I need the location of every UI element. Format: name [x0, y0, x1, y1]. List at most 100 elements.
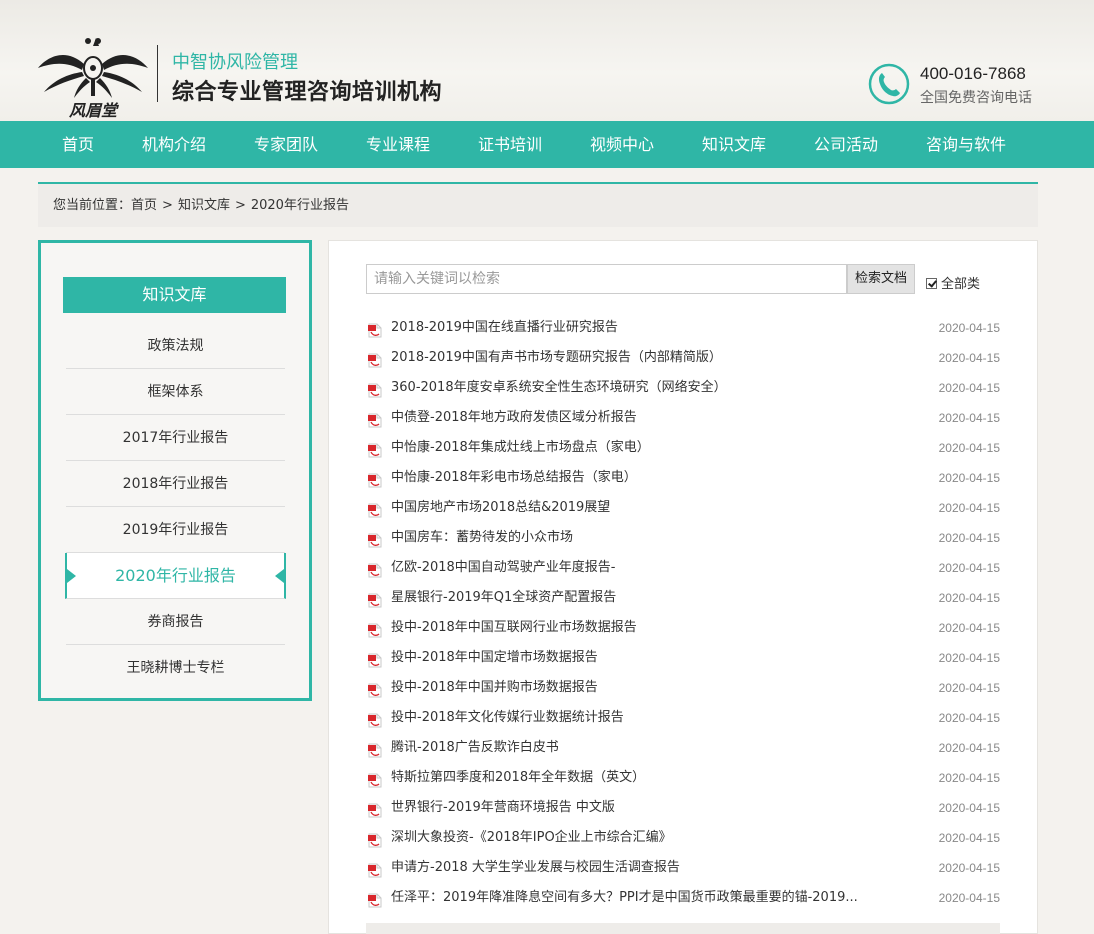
sidebar-item-brokers[interactable]: 券商报告 — [66, 599, 285, 645]
document-date: 2020-04-15 — [938, 741, 1000, 755]
document-row[interactable]: 星展银行-2019年Q1全球资产配置报告 2020-04-15 — [366, 583, 1000, 613]
document-title[interactable]: 中怡康-2018年彩电市场总结报告（家电） — [391, 463, 637, 493]
document-title[interactable]: 投中-2018年中国定增市场数据报告 — [391, 643, 598, 673]
document-title[interactable]: 2018-2019中国有声书市场专题研究报告（内部精简版） — [391, 343, 722, 373]
document-date: 2020-04-15 — [938, 561, 1000, 575]
document-row[interactable]: 2018-2019中国在线直播行业研究报告 2020-04-15 — [366, 313, 1000, 343]
document-date: 2020-04-15 — [938, 651, 1000, 665]
logo-divider — [157, 45, 158, 102]
document-row[interactable]: 中怡康-2018年彩电市场总结报告（家电） 2020-04-15 — [366, 463, 1000, 493]
breadcrumb-separator: > — [162, 198, 173, 213]
nav-item-courses[interactable]: 专业课程 — [366, 121, 430, 168]
document-title[interactable]: 亿欧-2018中国自动驾驶产业年度报告- — [391, 553, 615, 583]
sidebar-item-2020-active[interactable]: 2020年行业报告 — [65, 553, 286, 599]
document-row[interactable]: 中国房地产市场2018总结&2019展望 2020-04-15 — [366, 493, 1000, 523]
breadcrumb: 您当前位置：首页 > 知识文库 >2020年行业报告 — [38, 182, 1038, 227]
document-row[interactable]: 特斯拉第四季度和2018年全年数据（英文） 2020-04-15 — [366, 763, 1000, 793]
document-row[interactable]: 投中-2018年中国互联网行业市场数据报告 2020-04-15 — [366, 613, 1000, 643]
document-title[interactable]: 中国房车：蓄势待发的小众市场 — [391, 523, 573, 553]
nav-item-library[interactable]: 知识文库 — [702, 121, 766, 168]
document-title[interactable]: 投中-2018年文化传媒行业数据统计报告 — [391, 703, 624, 733]
sidebar: 知识文库 政策法规 框架体系 2017年行业报告 2018年行业报告 2019年… — [38, 240, 312, 701]
active-marker-right — [275, 569, 284, 583]
sidebar-item-2017[interactable]: 2017年行业报告 — [66, 415, 285, 461]
document-title[interactable]: 深圳大象投资-《2018年IPO企业上市综合汇编》 — [391, 823, 672, 853]
phone-number: 400-016-7868 — [920, 64, 1026, 83]
document-date: 2020-04-15 — [938, 441, 1000, 455]
document-row[interactable]: 腾讯-2018广告反欺诈白皮书 2020-04-15 — [366, 733, 1000, 763]
document-title[interactable]: 投中-2018年中国并购市场数据报告 — [391, 673, 598, 703]
document-title[interactable]: 腾讯-2018广告反欺诈白皮书 — [391, 733, 559, 763]
document-title[interactable]: 投中-2018年中国互联网行业市场数据报告 — [391, 613, 637, 643]
document-row[interactable]: 中债登-2018年地方政府发债区域分析报告 2020-04-15 — [366, 403, 1000, 433]
pdf-icon — [368, 470, 382, 488]
pdf-icon — [368, 530, 382, 548]
sidebar-item-label: 2020年行业报告 — [115, 566, 236, 585]
checkbox-label: 全部类 — [941, 277, 981, 292]
document-row[interactable]: 投中-2018年文化传媒行业数据统计报告 2020-04-15 — [366, 703, 1000, 733]
nav-item-home[interactable]: 首页 — [62, 121, 94, 168]
document-title[interactable]: 申请方-2018 大学生学业发展与校园生活调查报告 — [391, 853, 680, 883]
document-date: 2020-04-15 — [938, 861, 1000, 875]
logo-icon[interactable]: 风眉堂 — [36, 28, 150, 120]
pdf-icon — [368, 770, 382, 788]
nav-item-experts[interactable]: 专家团队 — [254, 121, 318, 168]
nav-item-about[interactable]: 机构介绍 — [142, 121, 206, 168]
search-input[interactable]: 请输入关键词以检索 — [366, 264, 847, 294]
breadcrumb-home[interactable]: 首页 — [131, 184, 157, 227]
document-date: 2020-04-15 — [938, 621, 1000, 635]
document-title[interactable]: 世界银行-2019年营商环境报告 中文版 — [391, 793, 615, 823]
svg-text:风眉堂: 风眉堂 — [69, 101, 120, 120]
document-row[interactable]: 中怡康-2018年集成灶线上市场盘点（家电） 2020-04-15 — [366, 433, 1000, 463]
document-row[interactable]: 亿欧-2018中国自动驾驶产业年度报告- 2020-04-15 — [366, 553, 1000, 583]
sidebar-item-policy[interactable]: 政策法规 — [66, 323, 285, 369]
main-nav: 首页 机构介绍 专家团队 专业课程 证书培训 视频中心 知识文库 公司活动 咨询… — [0, 121, 1094, 168]
document-row[interactable]: 任泽平：2019年降准降息空间有多大？PPI才是中国货币政策最重要的锚-2019… — [366, 883, 1000, 913]
nav-item-videos[interactable]: 视频中心 — [590, 121, 654, 168]
sidebar-item-2019[interactable]: 2019年行业报告 — [66, 507, 285, 553]
checkbox-icon[interactable] — [926, 278, 937, 289]
document-row[interactable]: 2018-2019中国有声书市场专题研究报告（内部精简版） 2020-04-15 — [366, 343, 1000, 373]
document-row[interactable]: 投中-2018年中国定增市场数据报告 2020-04-15 — [366, 643, 1000, 673]
document-date: 2020-04-15 — [938, 771, 1000, 785]
document-row[interactable]: 世界银行-2019年营商环境报告 中文版 2020-04-15 — [366, 793, 1000, 823]
document-row[interactable]: 投中-2018年中国并购市场数据报告 2020-04-15 — [366, 673, 1000, 703]
search-button[interactable]: 检索文档 — [847, 264, 915, 294]
document-row[interactable]: 深圳大象投资-《2018年IPO企业上市综合汇编》 2020-04-15 — [366, 823, 1000, 853]
sidebar-item-2018[interactable]: 2018年行业报告 — [66, 461, 285, 507]
nav-item-activities[interactable]: 公司活动 — [814, 121, 878, 168]
document-row[interactable]: 申请方-2018 大学生学业发展与校园生活调查报告 2020-04-15 — [366, 853, 1000, 883]
sidebar-item-framework[interactable]: 框架体系 — [66, 369, 285, 415]
pdf-icon — [368, 440, 382, 458]
document-date: 2020-04-15 — [938, 711, 1000, 725]
pdf-icon — [368, 830, 382, 848]
document-title[interactable]: 星展银行-2019年Q1全球资产配置报告 — [391, 583, 616, 613]
document-row[interactable]: 360-2018年度安卓系统安全性生态环境研究（网络安全） 2020-04-15 — [366, 373, 1000, 403]
pdf-icon — [368, 380, 382, 398]
document-title[interactable]: 2018-2019中国在线直播行业研究报告 — [391, 313, 618, 343]
document-date: 2020-04-15 — [938, 891, 1000, 905]
document-title[interactable]: 360-2018年度安卓系统安全性生态环境研究（网络安全） — [391, 373, 727, 403]
all-categories-toggle[interactable]: 全部类 — [926, 273, 980, 292]
document-list: 2018-2019中国在线直播行业研究报告 2020-04-15 2018-2019… — [366, 313, 1000, 913]
site-header: 风眉堂 中智协风险管理 综合专业管理咨询培训机构 400-016-7868 全国… — [0, 0, 1094, 121]
pdf-icon — [368, 740, 382, 758]
document-title[interactable]: 中怡康-2018年集成灶线上市场盘点（家电） — [391, 433, 650, 463]
document-title[interactable]: 任泽平：2019年降准降息空间有多大？PPI才是中国货币政策最重要的锚-2019… — [391, 883, 858, 913]
pdf-icon — [368, 320, 382, 338]
pdf-icon — [368, 710, 382, 728]
document-row[interactable]: 中国房车：蓄势待发的小众市场 2020-04-15 — [366, 523, 1000, 553]
pdf-icon — [368, 860, 382, 878]
document-date: 2020-04-15 — [938, 351, 1000, 365]
document-title[interactable]: 中国房地产市场2018总结&2019展望 — [391, 493, 610, 523]
breadcrumb-library[interactable]: 知识文库 — [178, 184, 230, 227]
phone-note: 全国免费咨询电话 — [920, 90, 1032, 106]
document-title[interactable]: 中债登-2018年地方政府发债区域分析报告 — [391, 403, 637, 433]
pdf-icon — [368, 350, 382, 368]
document-date: 2020-04-15 — [938, 471, 1000, 485]
nav-item-consulting[interactable]: 咨询与软件 — [926, 121, 1006, 168]
document-title[interactable]: 特斯拉第四季度和2018年全年数据（英文） — [391, 763, 645, 793]
sidebar-item-column[interactable]: 王晓耕博士专栏 — [66, 645, 285, 691]
nav-item-certificates[interactable]: 证书培训 — [478, 121, 542, 168]
document-date: 2020-04-15 — [938, 501, 1000, 515]
